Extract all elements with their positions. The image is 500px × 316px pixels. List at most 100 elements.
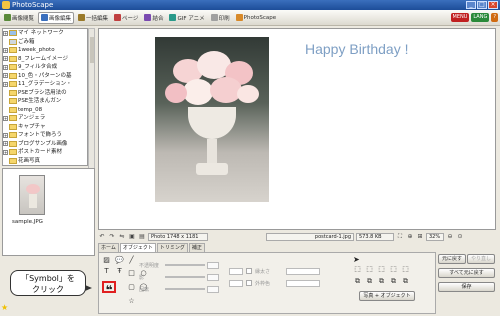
tab-0[interactable]: 画像閲覧 [2,12,36,24]
open-icon[interactable]: ▤ [138,233,146,241]
tree-item[interactable]: +1week_photo [3,46,87,55]
minimize-button[interactable]: _ [466,1,476,9]
rotate-right-icon[interactable]: ↷ [108,233,116,241]
expand-toggle-icon[interactable]: + [3,47,8,53]
zoom-level[interactable]: 32% [426,232,444,241]
option-size-dropdown[interactable] [229,267,243,275]
layer-tool-a-icon[interactable]: ⧉ [353,277,362,286]
photo-tool-icon[interactable]: ▨ [102,256,111,265]
text-format-icon[interactable]: Ŧ [115,267,124,276]
slider-label: 不透明度 [139,262,160,269]
shape-star-icon[interactable]: ☆ [127,297,136,306]
folder-tree[interactable]: + マイ ネットワーク ごみ箱 +1week_photo +8_フレームイメージ +9_フ… [2,28,88,166]
tree-item[interactable]: +8_フレームイメージ [3,55,87,64]
subtab-3[interactable]: 補正 [188,243,205,252]
object-tool-b-icon[interactable]: ⬚ [365,265,374,274]
header-button-2[interactable]: ? [491,13,498,22]
tab-2[interactable]: 一括編集 [76,12,110,24]
object-tool-a-icon[interactable]: ⬚ [353,265,362,274]
tree-item[interactable]: + マイ ネットワーク [3,29,87,38]
slider-track[interactable] [165,276,205,278]
photo-object-button[interactable]: 写真 + オブジェクト [359,291,415,301]
subtab-1[interactable]: オブジェクト [119,243,156,252]
layer-tool-e-icon[interactable]: ⧉ [401,277,410,286]
close-button[interactable]: × [488,1,498,9]
expand-toggle-icon[interactable]: + [3,132,8,138]
tree-item[interactable]: + フォントで飾ろう [3,131,87,140]
zoom-in-icon[interactable]: ⊕ [406,233,414,241]
expand-toggle-icon[interactable]: + [3,81,8,87]
object-tool-e-icon[interactable]: ⬚ [401,265,410,274]
tab-label: 結合 [152,15,164,22]
thumbnail-image[interactable] [19,175,45,215]
save-button[interactable]: 保存 [438,282,495,292]
image-icon[interactable]: ▣ [128,233,136,241]
tab-4[interactable]: 結合 [142,12,165,24]
tree-item[interactable]: + ブログサンプル画像 [3,140,87,149]
expand-toggle-icon[interactable]: + [3,56,8,62]
tree-item[interactable]: temp_08 [3,106,87,115]
tab-3[interactable]: ページ [112,12,140,24]
tree-item[interactable]: +11_グラデーション・ [3,80,87,89]
tab-5[interactable]: GIF アニメ [167,12,206,24]
slider-track[interactable] [165,264,205,266]
zoom-actual-icon[interactable]: ⊙ [456,233,464,241]
speech-balloon-icon[interactable]: 💬 [115,256,124,265]
layer-tool-b-icon[interactable]: ⧉ [365,277,374,286]
tree-item[interactable]: +10_色・パターンの基 [3,72,87,81]
expand-toggle-icon[interactable]: + [3,64,8,70]
slider-value-field[interactable] [207,261,219,269]
tree-item[interactable]: + ポストカード素材 [3,148,87,157]
object-tool-d-icon[interactable]: ⬚ [389,265,398,274]
subtab-2[interactable]: トリミング [156,243,188,252]
symbol-icon[interactable]: ❝ [102,281,116,297]
zoom-fit-icon[interactable]: ⊞ [416,233,424,241]
slider-value-field[interactable] [207,273,219,281]
slider-value-field[interactable] [207,285,219,293]
tree-item[interactable]: + アンジェラ [3,114,87,123]
greeting-text[interactable]: Happy Birthday ! [305,41,409,57]
option-size-dropdown[interactable] [229,279,243,287]
tree-item[interactable]: PSE生活まんガン [3,97,87,106]
tab-1[interactable]: 画像編集 [38,11,75,24]
image-canvas[interactable]: Happy Birthday ! [98,28,496,230]
tab-6[interactable]: 印刷 [209,12,232,24]
flip-icon[interactable]: ⇋ [118,233,126,241]
undo-all-button[interactable]: すべて元に戻す [438,268,495,278]
tree-item[interactable]: 花画写真 [3,157,87,166]
tree-item[interactable]: +9_フィルタ合成 [3,63,87,72]
maximize-button[interactable]: □ [477,1,487,9]
zoom-out-icon[interactable]: ⊖ [446,233,454,241]
expand-toggle-icon[interactable]: + [3,115,8,121]
tree-item[interactable]: キャプチャ [3,123,87,132]
select-arrow-icon[interactable]: ➤ [353,255,360,264]
object-tool-c-icon[interactable]: ⬚ [377,265,386,274]
fullscreen-icon[interactable]: ⛶ [396,233,404,241]
text-tool-icon[interactable]: T [102,267,111,276]
line-tool-icon[interactable]: ╱ [127,256,136,265]
slider-track[interactable] [165,288,205,290]
header-button-0[interactable]: MENU [450,13,470,22]
layer-tool-c-icon[interactable]: ⧉ [377,277,386,286]
subtab-0[interactable]: ホーム [98,243,119,252]
expand-toggle-icon[interactable]: + [3,149,8,155]
option-dropdown[interactable] [286,267,320,275]
layer-tool-d-icon[interactable]: ⧉ [389,277,398,286]
option-dropdown[interactable] [286,279,320,287]
rotate-left-icon[interactable]: ↶ [98,233,106,241]
tab-7[interactable]: PhotoScape [234,12,278,24]
option-checkbox[interactable] [246,280,252,286]
expand-toggle-icon[interactable]: + [3,141,8,147]
star-icon[interactable]: ★ [1,303,8,312]
tree-item[interactable]: PSEブラシ活用法の [3,89,87,98]
rectangle-icon[interactable]: □ [127,269,136,278]
expand-toggle-icon[interactable]: + [3,73,8,79]
expand-toggle-icon[interactable]: + [3,30,8,36]
header-button-1[interactable]: LANG [471,13,490,22]
flower-photo[interactable] [155,37,269,202]
redo-button[interactable]: やり直し [467,254,495,264]
undo-button[interactable]: 元に戻す [438,254,466,264]
option-checkbox[interactable] [246,268,252,274]
tree-item[interactable]: ごみ箱 [3,38,87,47]
rounded-rect-icon[interactable]: ▢ [127,283,136,292]
